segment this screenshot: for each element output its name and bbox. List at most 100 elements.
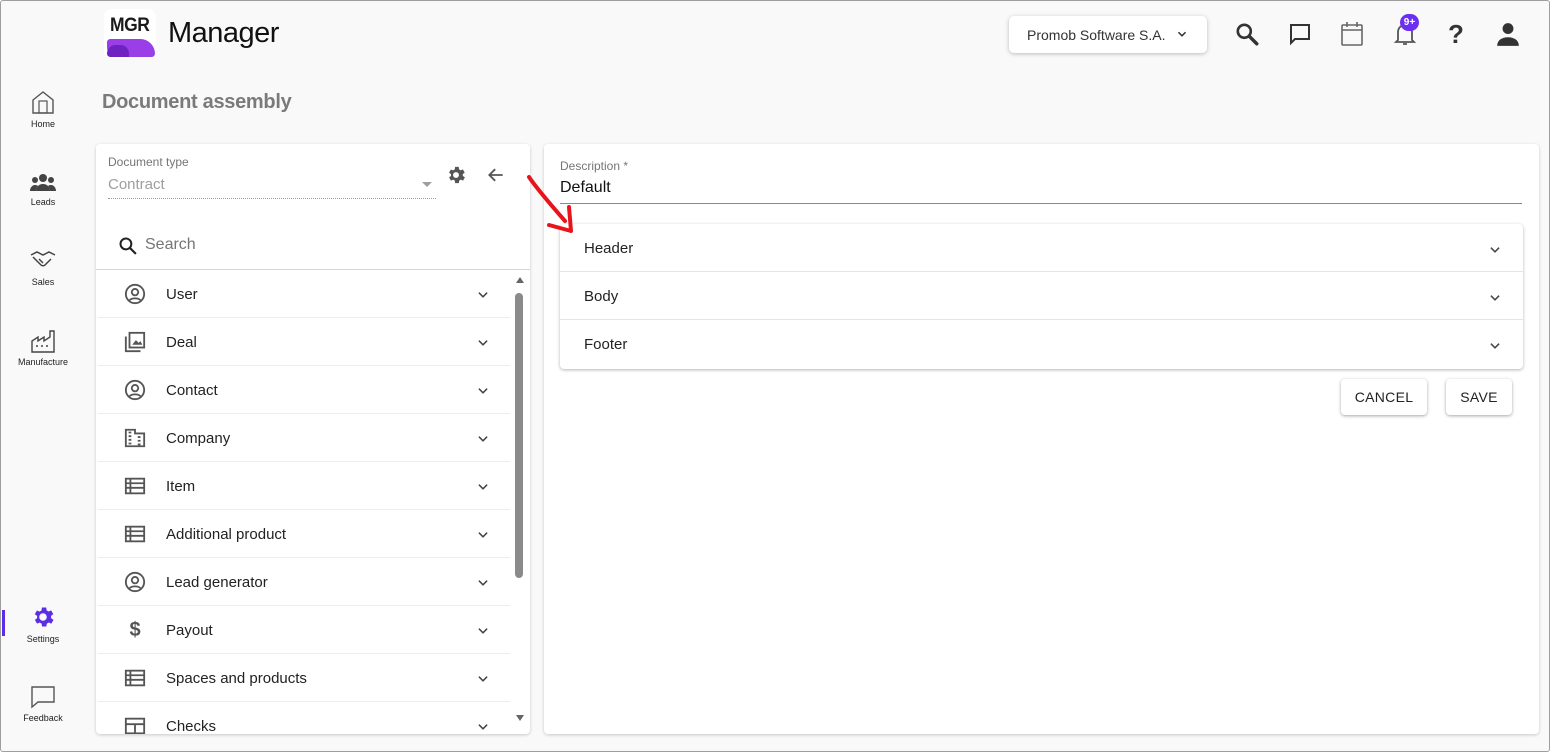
list-item-label: Contact [166,382,218,399]
list-icon [124,667,146,689]
user-circle-icon [124,379,146,401]
chevron-down-icon[interactable] [476,624,490,638]
sidebar-item-home[interactable]: Home [3,89,83,129]
cancel-button[interactable]: CANCEL [1341,379,1427,415]
document-type-underline [108,198,436,199]
left-panel: Document type Contract Search User Deal [96,144,530,734]
list-item-label: Deal [166,334,197,351]
feedback-icon [31,686,55,709]
chevron-down-icon [1490,295,1500,301]
accordion-label: Footer [584,336,628,353]
accordion-label: Header [584,240,634,257]
document-type-value: Contract [108,176,165,193]
factory-icon [31,330,55,353]
chevron-down-icon[interactable] [476,288,490,302]
sections-accordion: Header Body Footer [560,224,1523,369]
chevron-down-icon [1490,343,1500,349]
company-select[interactable]: Promob Software S.A. [1009,16,1207,53]
sidebar-item-leads[interactable]: Leads [3,171,83,207]
search-icon [119,237,137,255]
list-item-label: Spaces and products [166,670,307,687]
sidebar-item-label: Home [30,119,55,129]
settings-gear-button[interactable] [445,164,467,191]
chevron-down-icon[interactable] [476,576,490,590]
right-panel: Description * Default Header Body Footer… [544,144,1539,734]
back-button[interactable] [486,165,506,190]
search-placeholder: Search [145,236,196,253]
search-field[interactable]: Search [96,222,530,270]
accordion-item-body[interactable]: Body [560,272,1523,320]
list-item-company[interactable]: Company [98,414,510,462]
table-icon [124,715,146,734]
scroll-up-arrow[interactable] [516,277,524,283]
scroll-down-arrow[interactable] [516,715,524,721]
app-title: Manager [168,17,279,49]
list-item-label: User [166,286,198,303]
chevron-down-icon[interactable] [476,528,490,542]
list-item-item[interactable]: Item [98,462,510,510]
sidebar-item-label: Leads [30,197,56,207]
document-type-label: Document type [108,155,189,169]
chevron-down-icon[interactable] [476,672,490,686]
list-item-lead-generator[interactable]: Lead generator [98,558,510,606]
dollar-icon: $ [129,618,141,641]
chat-icon[interactable] [1286,20,1314,48]
gear-icon [34,607,54,627]
gear-icon [449,166,465,184]
user-circle-icon [124,571,146,593]
chevron-down-icon[interactable] [476,720,490,734]
sidebar-item-manufacture[interactable]: Manufacture [3,329,83,367]
chevron-down-icon[interactable] [476,384,490,398]
user-circle-icon [124,283,146,305]
sidebar-item-label: Sales [31,277,55,287]
building-icon [124,427,146,449]
list-item-label: Lead generator [166,574,268,591]
list-item-user[interactable]: User [98,270,510,318]
people-icon [30,174,56,191]
list-item-label: Checks [166,718,217,734]
handshake-icon [30,251,56,267]
chevron-down-icon [1177,31,1187,37]
company-select-value: Promob Software S.A. [1027,26,1166,43]
accordion-label: Body [584,288,619,305]
list-item-deal[interactable]: Deal [98,318,510,366]
chevron-down-icon[interactable] [476,480,490,494]
chevron-down-icon[interactable] [476,336,490,350]
sidebar-item-feedback[interactable]: Feedback [3,685,83,723]
help-icon[interactable]: ? [1442,19,1470,49]
sidebar-item-label: Feedback [23,713,63,723]
list-item-label: Payout [166,622,213,639]
list-item-contact[interactable]: Contact [98,366,510,414]
annotation-arrow [527,175,573,233]
save-button[interactable]: SAVE [1446,379,1512,415]
list-icon [124,523,146,545]
accordion-item-header[interactable]: Header [560,224,1523,272]
list-item-spaces-and-products[interactable]: Spaces and products [98,654,510,702]
list-icon [124,475,146,497]
dropdown-caret-icon [422,182,432,187]
app-window: MGR Manager Promob Software S.A. 9+ ? Ho… [0,0,1550,752]
sidebar-item-label: Settings [26,634,60,644]
search-icon[interactable] [1233,20,1261,48]
chevron-down-icon[interactable] [476,432,490,446]
chevron-down-icon [1490,247,1500,253]
logo-text: MGR [110,15,150,36]
accordion-item-footer[interactable]: Footer [560,320,1523,368]
logo-shape-accent [107,45,129,57]
description-underline [560,203,1522,204]
sidebar-item-settings[interactable]: Settings [3,604,83,644]
page-title: Document assembly [102,91,292,113]
list-item-label: Item [166,478,196,495]
list-item-checks[interactable]: Checks [98,702,510,734]
arrow-left-icon [488,168,503,182]
sidebar-item-sales[interactable]: Sales [3,249,83,287]
list-item-label: Additional product [166,526,287,543]
list-item-additional-product[interactable]: Additional product [98,510,510,558]
list-item-payout[interactable]: $ Payout [98,606,510,654]
app-logo[interactable]: MGR [104,9,156,59]
calendar-icon[interactable] [1338,20,1366,48]
notification-badge: 9+ [1400,14,1419,31]
account-icon[interactable] [1494,20,1522,48]
gallery-icon [124,331,146,353]
scrollbar-thumb[interactable] [515,293,523,578]
